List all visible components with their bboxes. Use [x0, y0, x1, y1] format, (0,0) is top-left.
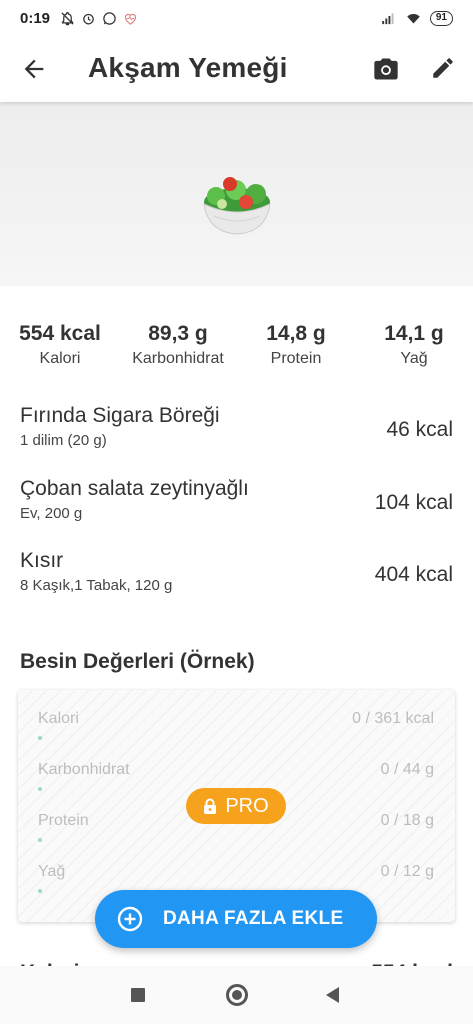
alarm-icon: [83, 13, 94, 24]
nutrition-row: Kalori 0 / 361 kcal: [38, 710, 434, 750]
progress-dot: [38, 838, 42, 842]
nutrition-label: Kalori: [38, 710, 79, 727]
add-more-label: DAHA FAZLA EKLE: [163, 908, 344, 929]
nutrition-label: Protein: [38, 812, 89, 829]
nutrition-value: 0 / 44 g: [380, 761, 434, 778]
food-kcal: 46 kcal: [386, 418, 453, 441]
macro-label: Protein: [270, 350, 322, 367]
nutrition-label: Karbonhidrat: [38, 761, 130, 778]
bell-off-icon: [61, 11, 74, 25]
macro-label: Kalori: [39, 350, 81, 367]
heart-rate-icon: [124, 13, 137, 25]
nutrition-value: 0 / 18 g: [380, 812, 434, 829]
add-circle-icon: [117, 906, 143, 932]
whatsapp-icon: [103, 11, 116, 25]
macro-value: 89,3 g: [148, 322, 208, 345]
macro-value: 554 kcal: [19, 322, 101, 345]
salad-bowl-icon: [203, 177, 271, 235]
macro-protein: 14,8 g Protein: [236, 322, 356, 368]
nutrition-label: Yağ: [38, 863, 66, 880]
macro-label: Yağ: [400, 350, 428, 367]
lock-icon: [204, 798, 217, 814]
back-triangle-icon[interactable]: [326, 987, 339, 1003]
page-title: Akşam Yemeği: [88, 52, 288, 83]
system-nav-bar: [0, 966, 473, 1024]
pro-badge-button[interactable]: PRO: [186, 788, 286, 824]
macro-calories: 554 kcal Kalori: [0, 322, 120, 368]
progress-dot: [38, 736, 42, 740]
wifi-icon: [407, 13, 420, 23]
battery-indicator: 91: [429, 10, 453, 26]
food-kcal: 104 kcal: [374, 491, 453, 514]
food-item[interactable]: Fırında Sigara Böreği 1 dilim (20 g) 46 …: [20, 404, 453, 449]
status-right: 91: [380, 10, 453, 26]
nutrition-value: 0 / 12 g: [380, 863, 434, 880]
camera-icon[interactable]: [372, 55, 400, 83]
recents-icon[interactable]: [131, 988, 145, 1002]
app-bar: Akşam Yemeği: [0, 36, 473, 102]
arrow-back-icon[interactable]: [20, 55, 48, 83]
macro-value: 14,8 g: [266, 322, 326, 345]
nutrition-value: 0 / 361 kcal: [352, 710, 434, 727]
status-time: 0:19: [20, 9, 51, 27]
macro-fat: 14,1 g Yağ: [354, 322, 473, 368]
pencil-icon[interactable]: [430, 55, 456, 81]
macro-summary: 554 kcal Kalori 89,3 g Karbonhidrat 14,8…: [0, 322, 473, 378]
status-icons: [60, 11, 138, 26]
pro-label: PRO: [225, 794, 269, 817]
add-more-button[interactable]: DAHA FAZLA EKLE: [95, 890, 377, 948]
food-item[interactable]: Çoban salata zeytinyağlı Ev, 200 g 104 k…: [20, 477, 453, 522]
macro-value: 14,1 g: [384, 322, 444, 345]
home-icon[interactable]: [226, 984, 248, 1006]
signal-icon: [382, 13, 394, 24]
meal-image-banner[interactable]: [0, 102, 473, 286]
food-kcal: 404 kcal: [374, 563, 453, 586]
progress-dot: [38, 889, 42, 893]
macro-carbs: 89,3 g Karbonhidrat: [118, 322, 238, 368]
status-bar: 0:19 91: [0, 0, 473, 36]
nutrition-section-title: Besin Değerleri (Örnek): [20, 650, 255, 673]
macro-label: Karbonhidrat: [132, 350, 224, 367]
food-item[interactable]: Kısır 8 Kaşık,1 Tabak, 120 g 404 kcal: [20, 549, 453, 594]
progress-dot: [38, 787, 42, 791]
